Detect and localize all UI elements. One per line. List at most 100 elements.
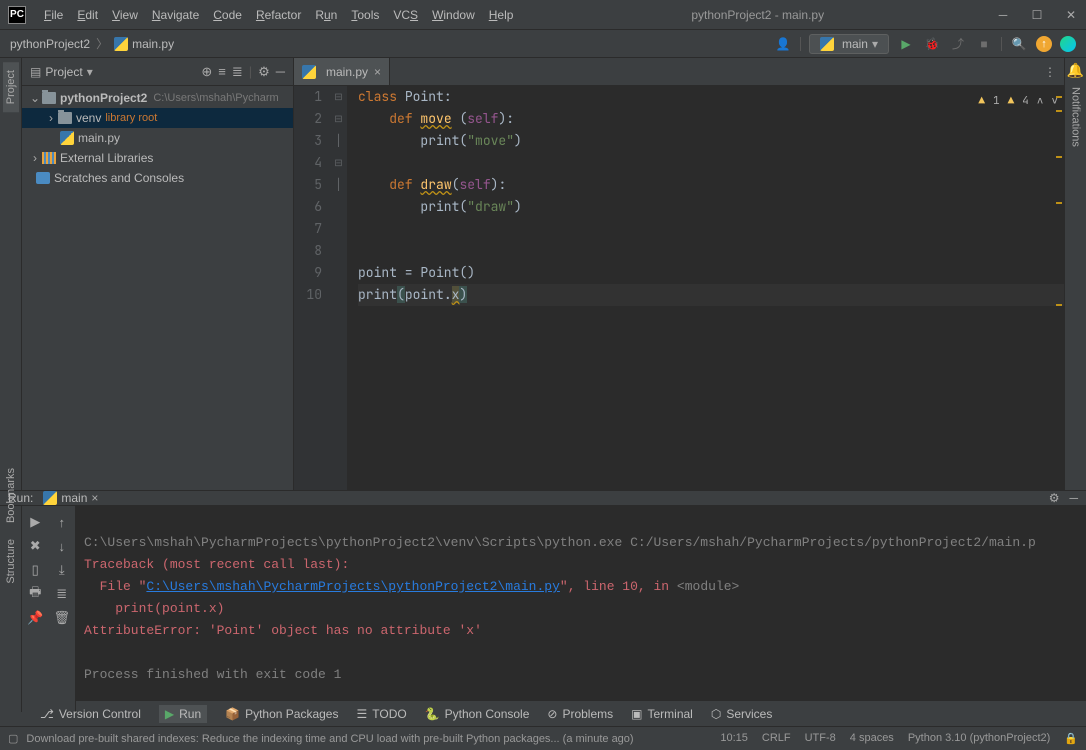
stop-button[interactable]: ■ — [975, 35, 993, 53]
code-editor[interactable]: 12345678910 ⊟⊟│⊟│ class Point: def move … — [294, 86, 1064, 490]
run-config-selector[interactable]: main ▾ — [809, 34, 889, 54]
python-icon — [820, 37, 834, 51]
services-icon: ⬡ — [711, 707, 721, 721]
tool-windows-icon[interactable]: ▢ — [8, 732, 18, 745]
tree-venv[interactable]: › venv library root — [22, 108, 293, 128]
tree-main-py[interactable]: main.py — [22, 128, 293, 148]
bookmarks-tool-tab[interactable]: Bookmarks — [3, 460, 19, 531]
console-output[interactable]: C:\Users\mshah\PycharmProjects\pythonPro… — [76, 506, 1086, 712]
minimize-button[interactable]: ─ — [996, 8, 1010, 22]
stop-button[interactable]: ✖ — [22, 534, 49, 558]
run-tab[interactable]: main — [61, 491, 87, 505]
expand-all-icon[interactable]: ≡ — [218, 64, 226, 80]
coverage-button[interactable]: ⤴ — [949, 35, 967, 53]
project-tool-tab[interactable]: Project — [3, 62, 19, 112]
panel-dropdown-icon[interactable]: ▾ — [87, 65, 93, 79]
run-settings-icon[interactable]: ⚙ — [1049, 491, 1060, 505]
external-libs-label: External Libraries — [60, 151, 153, 165]
package-icon: 📦 — [225, 707, 240, 721]
packages-tool-button[interactable]: 📦Python Packages — [225, 707, 338, 721]
menu-edit[interactable]: Edit — [71, 5, 104, 25]
notifications-badge-icon[interactable]: 🔔 — [1067, 62, 1084, 79]
pin-button[interactable]: 📌 — [22, 606, 49, 630]
menu-code[interactable]: Code — [207, 5, 248, 25]
breadcrumb-file[interactable]: main.py — [132, 37, 174, 51]
left-tool-stripe: Project — [0, 58, 22, 490]
add-user-icon[interactable]: 👤 — [774, 35, 792, 53]
menu-run[interactable]: Run — [309, 5, 343, 25]
console-icon: 🐍 — [425, 707, 440, 721]
status-message[interactable]: Download pre-built shared indexes: Reduc… — [26, 733, 633, 745]
file-encoding[interactable]: UTF-8 — [805, 732, 836, 745]
up-button[interactable]: ↑ — [49, 510, 76, 534]
scratches-label: Scratches and Consoles — [54, 171, 184, 185]
ide-update-icon[interactable]: ↑ — [1036, 36, 1052, 52]
project-root-path: C:\Users\mshah\Pycharm — [153, 92, 278, 104]
warning-icon: ▲ — [1008, 90, 1015, 112]
editor-tab-main[interactable]: main.py × — [294, 58, 390, 85]
interpreter-info[interactable]: Python 3.10 (pythonProject2) — [908, 732, 1050, 745]
panel-settings-icon[interactable]: ⚙ — [258, 64, 270, 80]
terminal-tool-button[interactable]: ▣Terminal — [631, 707, 693, 721]
print-button[interactable]: 🖶 — [22, 582, 49, 606]
rerun-button[interactable]: ▶ — [22, 510, 49, 534]
error-stripe[interactable] — [1054, 86, 1064, 490]
line-separator[interactable]: CRLF — [762, 732, 791, 745]
main-area: Project ▤ Project ▾ ⊕ ≡ ≣ | ⚙ ─ ⌄ python… — [0, 58, 1086, 490]
services-tool-button[interactable]: ⬡Services — [711, 707, 773, 721]
menu-tools[interactable]: Tools — [345, 5, 385, 25]
cursor-position[interactable]: 10:15 — [720, 732, 748, 745]
select-opened-icon[interactable]: ⊕ — [201, 64, 212, 80]
dropdown-icon: ▾ — [872, 37, 878, 51]
close-button[interactable]: ✕ — [1064, 8, 1078, 22]
run-button[interactable]: ▶ — [897, 35, 915, 53]
tab-close-icon[interactable]: × — [374, 65, 381, 79]
collapse-all-icon[interactable]: ≣ — [232, 64, 243, 80]
lock-icon[interactable]: 🔒 — [1064, 732, 1078, 745]
tab-label: main.py — [326, 65, 368, 79]
scroll-button[interactable]: ≣ — [49, 582, 76, 606]
menu-vcs[interactable]: VCS — [387, 5, 424, 25]
titlebar: PC File Edit View Navigate Code Refactor… — [0, 0, 1086, 30]
breadcrumb-project[interactable]: pythonProject2 — [10, 37, 90, 51]
tab-menu-icon[interactable]: ⋮ — [1044, 65, 1056, 79]
tree-external-libs[interactable]: › External Libraries — [22, 148, 293, 168]
tree-scratches[interactable]: Scratches and Consoles — [22, 168, 293, 188]
project-root-name: pythonProject2 — [60, 91, 147, 105]
menu-window[interactable]: Window — [426, 5, 481, 25]
structure-tool-tab[interactable]: Structure — [3, 531, 19, 592]
menu-help[interactable]: Help — [483, 5, 520, 25]
menu-refactor[interactable]: Refactor — [250, 5, 307, 25]
clear-button[interactable]: 🗑 — [49, 606, 76, 630]
scratches-icon — [36, 172, 50, 184]
search-everywhere-icon[interactable]: 🔍 — [1010, 35, 1028, 53]
run-tab-close-icon[interactable]: × — [91, 491, 98, 505]
menu-navigate[interactable]: Navigate — [146, 5, 205, 25]
console-tool-button[interactable]: 🐍Python Console — [425, 707, 530, 721]
main-menu: File Edit View Navigate Code Refactor Ru… — [38, 5, 519, 25]
maximize-button[interactable]: ☐ — [1030, 8, 1044, 22]
pycharm-logo: PC — [8, 6, 26, 24]
run-hide-icon[interactable]: ─ — [1069, 491, 1078, 505]
problems-tool-button[interactable]: ⊘Problems — [547, 707, 613, 721]
indent-info[interactable]: 4 spaces — [850, 732, 894, 745]
pause-button[interactable]: ▯ — [22, 558, 49, 582]
python-file-icon — [114, 37, 128, 51]
inspection-widget[interactable]: ▲1 ▲4 ∧ ∨ — [978, 90, 1058, 112]
panel-hide-icon[interactable]: ─ — [276, 64, 285, 80]
branch-icon: ⎇ — [40, 707, 54, 721]
code-with-me-icon[interactable] — [1060, 36, 1076, 52]
soft-wrap-button[interactable]: ⤓ — [49, 558, 76, 582]
notifications-tool-tab[interactable]: Notifications — [1068, 79, 1084, 155]
run-tool-button[interactable]: ▶Run — [159, 705, 207, 723]
down-button[interactable]: ↓ — [49, 534, 76, 558]
menu-view[interactable]: View — [106, 5, 144, 25]
prev-highlight-icon[interactable]: ∧ — [1037, 90, 1044, 112]
window-title: pythonProject2 - main.py — [519, 8, 996, 22]
vcs-tool-button[interactable]: ⎇Version Control — [40, 707, 141, 721]
tree-project-root[interactable]: ⌄ pythonProject2 C:\Users\mshah\Pycharm — [22, 88, 293, 108]
terminal-icon: ▣ — [631, 707, 642, 721]
menu-file[interactable]: File — [38, 5, 69, 25]
debug-button[interactable]: 🐞 — [923, 35, 941, 53]
todo-tool-button[interactable]: ☰TODO — [356, 707, 406, 721]
